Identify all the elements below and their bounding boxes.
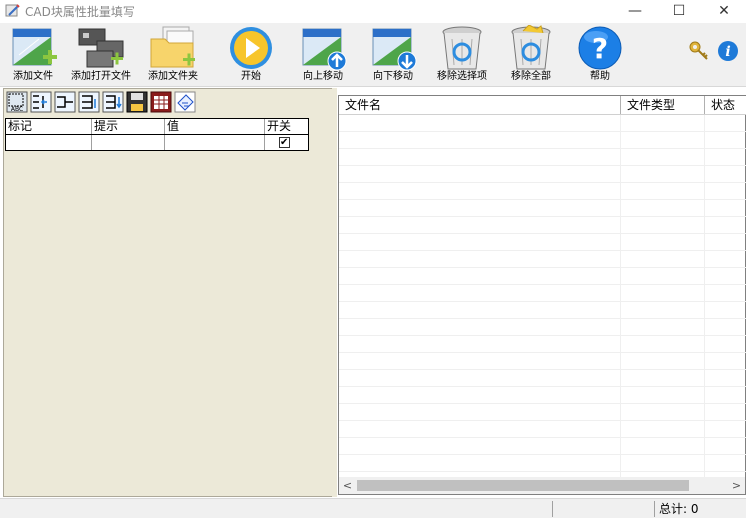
empty-file-row [339,404,746,421]
add-open-files-icon [78,28,124,68]
attribute-row[interactable]: ✔ [6,135,308,150]
column-header-prompt[interactable]: 提示 [92,119,165,134]
column-header-switch[interactable]: 开关 [265,119,308,134]
app-icon [5,4,20,17]
align-right-icon[interactable] [78,91,100,113]
attribute-table: 标记 提示 值 开关 ✔ [5,118,309,151]
empty-file-row [339,217,746,234]
file-list-header: 文件名 文件类型 状态 [339,96,746,115]
empty-file-row [339,285,746,302]
move-up-icon [302,28,347,71]
select-block-icon[interactable]: ABC [6,91,28,113]
add-folder-icon [150,26,195,68]
move-down-icon [372,28,417,71]
help-icon: ? [578,26,622,70]
empty-file-row [339,251,746,268]
empty-file-row [339,455,746,472]
file-list-body[interactable] [339,115,746,477]
panel-splitter[interactable] [332,88,337,497]
attribute-tag-cell[interactable] [6,135,92,150]
save-icon[interactable] [126,91,148,113]
remove-selected-label: 移除选择项 [437,71,487,82]
scroll-thumb[interactable] [357,480,689,491]
scroll-right-button[interactable]: > [728,477,745,494]
move-down-label: 向下移动 [373,71,413,82]
remove-selected-button[interactable]: 移除选择项 [434,23,490,85]
empty-file-row [339,115,746,132]
empty-file-row [339,166,746,183]
remove-all-button[interactable]: 移除全部 [506,23,556,85]
add-file-button[interactable]: 添加文件 [8,23,58,85]
add-folder-button[interactable]: 添加文件夹 [146,23,200,85]
column-header-filetype[interactable]: 文件类型 [621,96,705,114]
play-icon [230,27,272,69]
info-icon[interactable]: i [717,40,739,62]
column-header-tag[interactable]: 标记 [6,119,92,134]
attribute-value-cell[interactable] [165,135,265,150]
help-button[interactable]: ? 帮助 [576,23,624,85]
add-folder-label: 添加文件夹 [148,71,198,82]
edit-tag-icon[interactable] [174,91,196,113]
add-open-files-label: 添加打开文件 [71,71,131,82]
attribute-prompt-cell[interactable] [92,135,165,150]
empty-file-row [339,370,746,387]
help-label: 帮助 [590,71,610,82]
empty-file-row [339,353,746,370]
add-file-label: 添加文件 [13,71,53,82]
empty-file-row [339,268,746,285]
minimize-button[interactable]: — [612,0,658,23]
svg-text:?: ? [592,32,608,65]
empty-file-row [339,421,746,438]
column-header-value[interactable]: 值 [165,119,265,134]
empty-file-row [339,200,746,217]
column-header-filename[interactable]: 文件名 [339,96,621,114]
column-header-status[interactable]: 状态 [705,96,746,114]
move-row-down-icon[interactable] [102,91,124,113]
status-bar: 总计: 0 [0,498,746,518]
start-button[interactable]: 开始 [226,23,276,85]
move-up-label: 向上移动 [303,71,343,82]
title-bar: CAD块属性批量填写 — ☐ ✕ [0,0,746,23]
empty-file-row [339,234,746,251]
empty-file-row [339,302,746,319]
move-down-button[interactable]: 向下移动 [368,23,418,85]
insert-column-icon[interactable] [30,91,52,113]
status-total: 总计: 0 [654,501,746,517]
scroll-left-button[interactable]: < [339,477,356,494]
recycle-bin-icon [442,26,482,70]
key-icon[interactable] [688,40,710,62]
add-file-icon [12,28,57,66]
empty-file-row [339,149,746,166]
window-title: CAD块属性批量填写 [25,5,135,19]
empty-file-row [339,438,746,455]
attribute-panel: ABC 标记 提示 值 开关 ✔ [3,88,333,497]
status-panel [552,501,652,517]
enable-checkbox[interactable]: ✔ [279,137,290,148]
attribute-switch-cell: ✔ [265,135,308,150]
file-list: 文件名 文件类型 状态 < > [338,95,746,495]
maximize-button[interactable]: ☐ [656,0,702,23]
horizontal-scrollbar[interactable]: < > [339,477,745,494]
empty-file-row [339,336,746,353]
move-up-button[interactable]: 向上移动 [298,23,348,85]
remove-all-label: 移除全部 [511,71,551,82]
empty-file-row [339,183,746,200]
start-label: 开始 [241,71,261,82]
main-toolbar: 添加文件 添加打开文件 添加文件夹 开始 向上移动 向下移动 移除选择项 移除全… [0,23,746,87]
attribute-table-header: 标记 提示 值 开关 [6,119,308,135]
empty-file-row [339,319,746,336]
svg-text:i: i [725,44,730,60]
svg-text:ABC: ABC [11,106,23,113]
add-open-files-button[interactable]: 添加打开文件 [70,23,132,85]
recycle-bin-full-icon [511,25,551,70]
table-icon[interactable] [150,91,172,113]
close-button[interactable]: ✕ [701,0,746,23]
empty-file-row [339,132,746,149]
empty-file-row [339,387,746,404]
merge-column-icon[interactable] [54,91,76,113]
check-mark-icon: ✔ [280,137,289,148]
